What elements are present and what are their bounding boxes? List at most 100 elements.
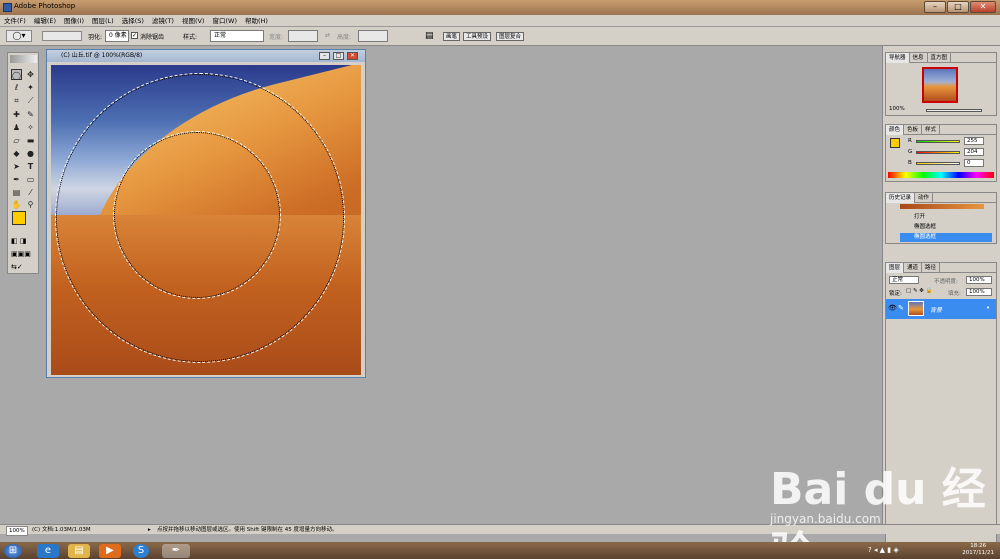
history-item-selected[interactable]: 椭圆选框 bbox=[900, 233, 992, 242]
menu-edit[interactable]: 编辑(E) bbox=[30, 15, 60, 27]
stamp-tool-icon[interactable]: ♟ bbox=[11, 122, 22, 133]
layer-row-background[interactable]: 👁 ✎ 背景 • bbox=[886, 299, 996, 319]
lock-icons[interactable]: □ ✎ ✥ 🔒 bbox=[906, 288, 933, 294]
tab-navigator[interactable]: 导航器 bbox=[886, 53, 910, 63]
sogou-icon[interactable]: S bbox=[133, 544, 149, 558]
swap-icon[interactable]: ⇄ bbox=[325, 32, 330, 39]
history-item[interactable]: 椭圆选框 bbox=[900, 223, 992, 232]
eraser-tool-icon[interactable]: ▱ bbox=[11, 135, 22, 146]
tab-paths[interactable]: 路径 bbox=[922, 263, 941, 273]
file-browser-icon[interactable]: ▤ bbox=[425, 31, 436, 41]
menu-help[interactable]: 帮助(H) bbox=[241, 15, 272, 27]
tab-color[interactable]: 颜色 bbox=[886, 125, 905, 135]
menu-select[interactable]: 选择(S) bbox=[118, 15, 148, 27]
width-input[interactable] bbox=[288, 30, 318, 42]
tab-swatches[interactable]: 色板 bbox=[904, 125, 923, 135]
tab-layers[interactable]: 图层 bbox=[886, 263, 905, 273]
explorer-icon[interactable]: ▤ bbox=[68, 544, 90, 558]
pen-tool-icon[interactable]: ✒ bbox=[11, 174, 22, 185]
quickmask-mode-icon[interactable]: ◧ ◨ bbox=[11, 237, 35, 246]
navigator-zoom-slider[interactable] bbox=[926, 109, 982, 112]
jump-to-imageready-icon[interactable]: ⇆✓ bbox=[11, 263, 37, 272]
gradient-tool-icon[interactable]: ▬ bbox=[25, 135, 36, 146]
path-select-icon[interactable]: ➤ bbox=[11, 161, 22, 172]
marquee-tool-icon[interactable]: ◯ bbox=[11, 69, 22, 80]
antialias-checkbox[interactable]: ✓ bbox=[131, 32, 138, 39]
menu-view[interactable]: 视图(V) bbox=[178, 15, 209, 27]
b-value[interactable]: 0 bbox=[964, 159, 984, 167]
blur-tool-icon[interactable]: ◆ bbox=[11, 148, 22, 159]
visibility-eye-icon[interactable]: 👁 bbox=[888, 304, 897, 312]
magic-wand-icon[interactable]: ✦ bbox=[25, 82, 36, 93]
brushes-pill[interactable]: 画笔 bbox=[443, 32, 461, 41]
menu-image[interactable]: 图像(I) bbox=[60, 15, 88, 27]
menu-window[interactable]: 窗口(W) bbox=[208, 15, 241, 27]
media-player-icon[interactable]: ▶ bbox=[99, 544, 121, 558]
color-panel-foreground[interactable] bbox=[890, 138, 900, 148]
r-value[interactable]: 255 bbox=[964, 137, 984, 145]
g-value[interactable]: 204 bbox=[964, 148, 984, 156]
menu-filter[interactable]: 滤镜(T) bbox=[148, 15, 178, 27]
photoshop-taskbar-icon[interactable]: ✒ bbox=[162, 544, 190, 558]
blend-mode-select[interactable]: 正常 bbox=[889, 276, 919, 284]
healing-brush-icon[interactable]: ✚ bbox=[11, 109, 22, 120]
menu-layer[interactable]: 图层(L) bbox=[88, 15, 118, 27]
system-clock[interactable]: 18:26 2017/11/21 bbox=[962, 543, 994, 557]
fill-input[interactable]: 100% bbox=[966, 288, 992, 296]
b-slider[interactable] bbox=[916, 162, 960, 165]
height-input[interactable] bbox=[358, 30, 388, 42]
move-tool-icon[interactable]: ✥ bbox=[25, 69, 36, 80]
navigator-thumbnail[interactable] bbox=[922, 67, 958, 103]
eyedropper-icon[interactable]: ⁄ bbox=[25, 187, 36, 198]
layer-name[interactable]: 背景 bbox=[930, 305, 942, 314]
style-select[interactable]: 正常 bbox=[210, 30, 264, 42]
tab-history[interactable]: 历史记录 bbox=[886, 193, 916, 203]
maximize-button[interactable]: □ bbox=[947, 1, 969, 13]
menu-file[interactable]: 文件(F) bbox=[0, 15, 30, 27]
foreground-color-swatch[interactable] bbox=[12, 211, 26, 225]
g-slider[interactable] bbox=[916, 151, 960, 154]
slice-tool-icon[interactable]: ⟋ bbox=[25, 95, 36, 106]
tab-info[interactable]: 信息 bbox=[910, 53, 928, 63]
color-ramp[interactable] bbox=[888, 172, 994, 178]
history-brush-icon[interactable]: ✧ bbox=[25, 122, 36, 133]
ie-icon[interactable]: e bbox=[37, 544, 59, 558]
opacity-input[interactable]: 100% bbox=[966, 276, 992, 284]
dodge-tool-icon[interactable]: ● bbox=[25, 148, 36, 159]
tool-preset-picker[interactable]: ◯▾ bbox=[6, 30, 32, 42]
tray-icons[interactable]: ? ◂ ▲ ▮ ◈ bbox=[868, 546, 899, 554]
zoom-tool-icon[interactable]: ⚲ bbox=[25, 199, 36, 210]
feather-input[interactable]: 0 像素 bbox=[105, 30, 129, 42]
doc-close-button[interactable]: ✕ bbox=[347, 52, 358, 60]
tab-histogram[interactable]: 直方图 bbox=[928, 53, 952, 63]
notes-tool-icon[interactable]: ▤ bbox=[11, 187, 22, 198]
tab-styles[interactable]: 样式 bbox=[922, 125, 941, 135]
layer-comps-pill[interactable]: 图层复合 bbox=[496, 32, 525, 41]
history-snapshot[interactable] bbox=[900, 204, 984, 209]
lasso-tool-icon[interactable]: ℓ bbox=[11, 82, 22, 93]
start-button-icon[interactable]: ⊞ bbox=[4, 544, 22, 558]
close-button[interactable]: ✕ bbox=[970, 1, 996, 13]
tab-actions[interactable]: 动作 bbox=[915, 193, 934, 203]
doc-maximize-button[interactable]: □ bbox=[333, 52, 344, 60]
layer-thumbnail bbox=[908, 301, 924, 316]
inner-ellipse-selection bbox=[113, 131, 281, 299]
status-zoom[interactable]: 100% bbox=[6, 526, 28, 536]
status-arrow-icon[interactable]: ▸ bbox=[148, 525, 151, 535]
minimize-button[interactable]: – bbox=[924, 1, 946, 13]
screen-mode-icon[interactable]: ▣▣▣ bbox=[11, 250, 37, 259]
tool-presets-pill[interactable]: 工具预设 bbox=[463, 32, 492, 41]
image-canvas[interactable] bbox=[51, 65, 361, 375]
tab-channels[interactable]: 通道 bbox=[904, 263, 923, 273]
antialias-label: 消除锯齿 bbox=[140, 34, 165, 41]
selection-mode-buttons[interactable] bbox=[42, 31, 82, 41]
b-label: B bbox=[908, 160, 912, 166]
brush-tool-icon[interactable]: ✎ bbox=[25, 109, 36, 120]
r-slider[interactable] bbox=[916, 140, 960, 143]
crop-tool-icon[interactable]: ⌗ bbox=[11, 95, 22, 106]
type-tool-icon[interactable]: T bbox=[25, 161, 36, 172]
doc-minimize-button[interactable]: – bbox=[319, 52, 330, 60]
shape-tool-icon[interactable]: ▭ bbox=[25, 174, 36, 185]
history-item[interactable]: 打开 bbox=[900, 213, 992, 222]
hand-tool-icon[interactable]: ✋ bbox=[11, 199, 22, 210]
